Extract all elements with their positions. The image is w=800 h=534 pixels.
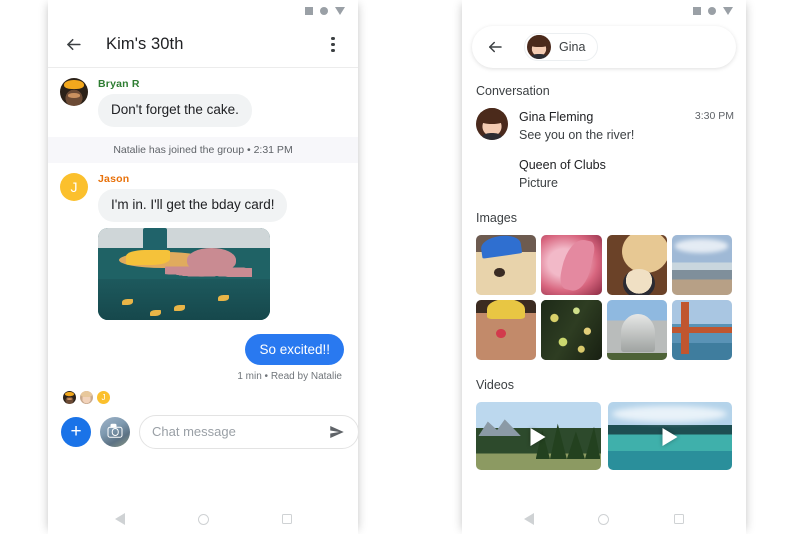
app-bar: Kim's 30th — [48, 22, 358, 68]
system-event-text: Natalie has joined the group • 2:31 PM — [48, 136, 358, 163]
city-lights-photo[interactable] — [541, 299, 602, 360]
circle-icon — [708, 7, 716, 15]
add-attachment-button[interactable]: + — [61, 416, 91, 447]
birthday-cake-photo[interactable] — [98, 227, 270, 320]
search-bar-wrap: Gina — [462, 22, 746, 68]
avatar-initial: J — [70, 178, 78, 195]
nav-home-icon[interactable] — [598, 513, 610, 525]
chip-label: Gina — [559, 40, 586, 54]
nav-back-icon[interactable] — [524, 513, 535, 525]
search-filter-chip[interactable]: Gina — [524, 33, 599, 61]
result-name: Gina Fleming — [519, 110, 594, 124]
nav-recents-icon[interactable] — [673, 514, 684, 524]
gina-avatar — [476, 108, 508, 140]
message-sender: Jason — [98, 172, 130, 185]
presence-avatar-row: J — [48, 382, 358, 405]
page-title: Kim's 30th — [106, 35, 184, 53]
back-arrow-icon[interactable] — [60, 32, 86, 58]
bryan-avatar[interactable] — [60, 78, 88, 106]
chat-message-field[interactable] — [139, 414, 358, 449]
outgoing-bubble[interactable]: So excited!! — [245, 333, 344, 365]
result-preview: Picture — [519, 176, 558, 191]
nav-recents-icon[interactable] — [281, 514, 292, 524]
android-nav-bar-right — [462, 504, 746, 534]
camera-icon[interactable] — [100, 416, 130, 447]
search-bar[interactable]: Gina — [472, 26, 736, 68]
message-composer: + — [48, 405, 358, 449]
list-item[interactable]: Gina Fleming See you on the river! 3:30 … — [462, 108, 746, 156]
message-sender: Bryan R — [98, 78, 140, 90]
beach-photo[interactable] — [671, 234, 732, 295]
pink-flower-photo[interactable] — [541, 234, 602, 295]
result-timestamp: 3:30 PM — [694, 110, 734, 122]
nav-back-icon[interactable] — [114, 513, 125, 525]
kebab-menu-icon[interactable] — [320, 32, 346, 58]
play-icon[interactable] — [530, 428, 546, 447]
status-bar-left — [48, 0, 358, 22]
circle-icon — [320, 7, 328, 15]
send-icon[interactable] — [328, 423, 346, 441]
mountain-lake-video[interactable] — [476, 402, 601, 470]
pies-photo[interactable] — [606, 234, 667, 295]
result-preview: See you on the river! — [519, 128, 635, 143]
child-lollipop-photo[interactable] — [476, 299, 537, 360]
jason-avatar[interactable]: J — [60, 172, 88, 201]
section-header-videos: Videos — [476, 378, 514, 392]
golden-gate-bridge-photo[interactable] — [671, 299, 732, 360]
nav-home-icon[interactable] — [197, 513, 209, 525]
dog-party-hat-photo[interactable] — [476, 234, 537, 295]
jason-avatar[interactable]: J — [96, 389, 111, 405]
status-bar-right — [462, 0, 746, 22]
result-name: Queen of Clubs — [519, 158, 606, 173]
list-item[interactable]: Queen of Clubs Picture — [462, 156, 746, 204]
message-bubble[interactable]: I'm in. I'll get the bday card! — [98, 188, 288, 222]
android-nav-bar-left — [48, 504, 358, 534]
square-icon — [693, 7, 701, 15]
message-bubble[interactable]: Don't forget the cake. — [98, 94, 252, 127]
triangle-icon — [723, 7, 733, 15]
read-receipt: 1 min • Read by Natalie — [237, 370, 342, 382]
left-phone: Kim's 30th Bryan R Don't forget the cake… — [48, 0, 358, 534]
back-arrow-icon[interactable] — [482, 34, 508, 60]
images-grid — [462, 234, 746, 360]
conversation-thread: Bryan R Don't forget the cake. Natalie h… — [48, 68, 358, 449]
screenshot-root: Kim's 30th Bryan R Don't forget the cake… — [0, 0, 800, 534]
message-row: Bryan R Don't forget the cake. — [48, 68, 358, 127]
search-input[interactable] — [152, 424, 328, 440]
play-icon[interactable] — [662, 428, 678, 447]
square-icon — [305, 7, 313, 15]
half-dome-photo[interactable] — [606, 299, 667, 360]
videos-grid — [462, 402, 746, 470]
turquoise-sea-video[interactable] — [607, 402, 732, 470]
section-header-images: Images — [476, 210, 517, 225]
right-phone: Gina Conversation Gina Fleming See you o… — [462, 0, 746, 534]
natalie-avatar[interactable] — [79, 389, 94, 405]
outgoing-message-row: So excited!! — [48, 333, 358, 365]
gina-avatar — [527, 35, 551, 59]
bryan-avatar[interactable] — [62, 389, 77, 405]
message-row: J Jason I'm in. I'll get the bday card! — [48, 163, 358, 320]
group-avatar — [476, 156, 508, 188]
section-header-conversation: Conversation — [476, 84, 550, 98]
triangle-icon — [335, 7, 345, 15]
